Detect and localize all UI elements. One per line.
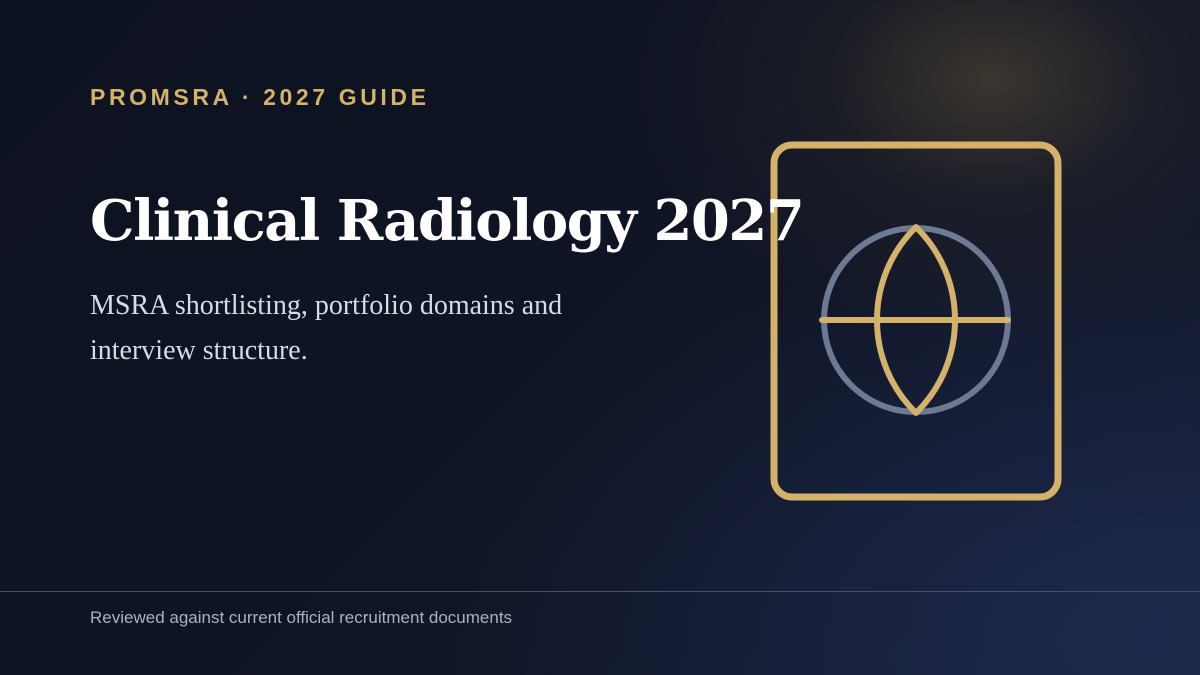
eyebrow-label: PROMSRA · 2027 GUIDE (90, 84, 430, 110)
page-title: Clinical Radiology 2027 (90, 188, 805, 254)
page-subtitle: MSRA shortlisting, portfolio domains and… (90, 290, 563, 366)
globe-icon (770, 141, 1062, 501)
footer-note: Reviewed against current official recrui… (90, 608, 513, 627)
footer-divider (0, 591, 1200, 592)
